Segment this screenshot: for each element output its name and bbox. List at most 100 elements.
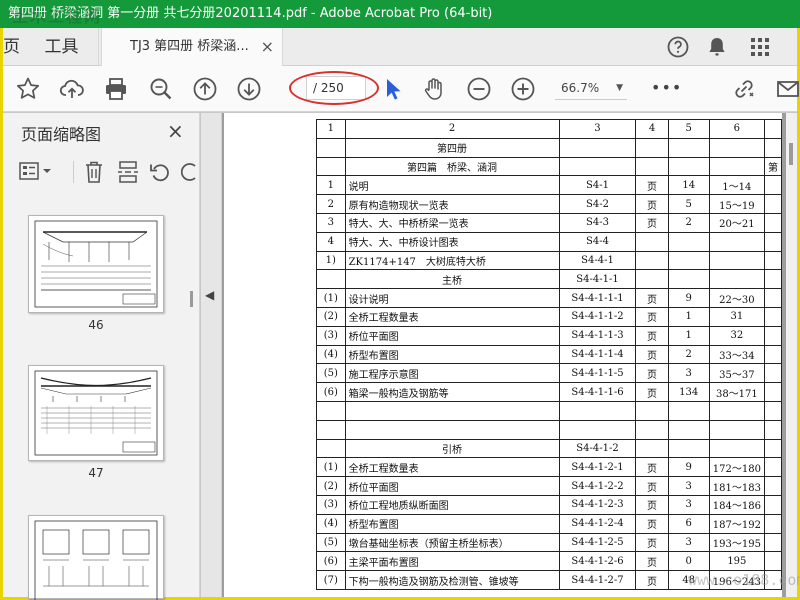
zoom-in-icon[interactable]: [510, 76, 536, 102]
table-cell-c3: S4-3: [558, 212, 637, 233]
table-cell-c2: 全桥工程数量表: [344, 457, 560, 478]
document-scroll-thumb[interactable]: [789, 143, 793, 165]
page-thumbnails-panel: 页面缩略图 × 46 47: [3, 113, 200, 600]
table-cell-c3: S4-4-1: [558, 250, 637, 271]
table-cell-c2: 桥位平面图: [344, 476, 560, 496]
table-cell-c6: 193～195: [708, 532, 765, 553]
table-cell-c3: S4-4-1-2-1: [558, 457, 637, 478]
table-cell-c7: [763, 137, 783, 158]
table-cell-c5: 9: [667, 288, 710, 308]
table-cell-c4: [635, 438, 669, 459]
panel-scrollbar[interactable]: [190, 291, 193, 307]
table-cell-c7: [763, 382, 783, 402]
table-cell-c3: S4-4: [558, 231, 637, 252]
zoom-out-icon[interactable]: [466, 76, 492, 102]
table-row: [316, 419, 783, 440]
table-cell-c4: [635, 231, 669, 252]
table-cell-c6: 184～186: [708, 494, 765, 515]
table-cell-c6: 181～183: [708, 476, 765, 496]
tab-close-icon[interactable]: ×: [261, 28, 274, 66]
more-tools-button[interactable]: •••: [651, 78, 682, 97]
table-cell-c1: (6): [316, 382, 346, 402]
table-cell-c1: (3): [316, 325, 346, 346]
table-cell-c2: 特大、大、中桥桥梁一览表: [344, 212, 560, 233]
table-cell-c4: 页: [635, 457, 669, 478]
table-cell-c1: (1): [316, 288, 346, 308]
table-row: (3) 桥位工程地质纵断面图 S4-4-1-2-3 页 3 184～186: [316, 494, 783, 515]
table-cell-c1: (2): [316, 476, 346, 496]
mail-icon[interactable]: [775, 76, 800, 102]
document-view[interactable]: 1 2 3 4 5 6 第四册 第四篇 桥梁、涵洞第 1 说明 S4-1 页 14 1～14 2…: [222, 113, 797, 597]
table-cell-c3: S4-4-1-1-3: [558, 325, 637, 346]
panel-collapse-strip[interactable]: ◀: [201, 113, 222, 597]
table-cell-c7: [763, 363, 783, 384]
table-cell-c5: [667, 419, 710, 440]
help-icon[interactable]: [666, 35, 690, 59]
hand-tool-icon[interactable]: [421, 76, 447, 102]
cloud-upload-icon[interactable]: [59, 76, 85, 102]
table-cell-c4: [635, 137, 669, 158]
rotate-clockwise-icon[interactable]: [181, 161, 199, 183]
bell-icon[interactable]: [705, 35, 729, 59]
table-row: (3) 桥位平面图 S4-4-1-1-3 页 1 32: [316, 325, 783, 346]
thumbnail-page-48[interactable]: [28, 515, 164, 600]
table-cell-c6: 32: [708, 325, 765, 346]
previous-page-icon[interactable]: [192, 76, 218, 102]
zoom-search-icon[interactable]: [148, 76, 174, 102]
table-cell-c7: [763, 231, 783, 252]
thumbnail-options-icon[interactable]: [19, 161, 53, 183]
table-row: (5) 施工程序示意图 S4-4-1-1-5 页 3 35～37: [316, 363, 783, 384]
print-icon[interactable]: [103, 76, 129, 102]
table-row: [316, 400, 783, 421]
table-cell-c2: 第四篇 桥梁、涵洞: [344, 156, 560, 177]
zoom-level-value: 66.7%: [561, 81, 600, 95]
trash-icon[interactable]: [83, 160, 105, 184]
bookmark-star-icon[interactable]: [15, 76, 41, 102]
panel-close-icon[interactable]: ×: [167, 119, 184, 143]
table-cell-c1: (3): [316, 494, 346, 515]
tab-tools[interactable]: 工具: [25, 28, 99, 66]
extract-pages-icon[interactable]: [117, 160, 139, 184]
table-cell-c3: S4-4-1-1-1: [558, 288, 637, 308]
table-cell-c5: [667, 250, 710, 271]
table-row: 4 特大、大、中桥设计图表 S4-4: [316, 231, 783, 252]
table-cell-c5: 6: [667, 513, 710, 534]
table-cell-c2: 箱梁一般构造及钢筋等: [344, 382, 560, 402]
table-cell-c6: [708, 400, 765, 421]
table-cell-c4: 页: [635, 382, 669, 402]
table-cell-c1: 4: [316, 231, 346, 252]
table-cell-c1: [316, 156, 346, 177]
rotate-counterclockwise-icon[interactable]: [149, 161, 171, 183]
header-cell: 2: [344, 119, 560, 139]
table-cell-c7: [763, 419, 783, 440]
table-row: (6) 主梁平面布置图 S4-4-1-2-6 页 0 195: [316, 551, 783, 572]
table-cell-c1: [316, 269, 346, 290]
header-cell: 5: [667, 119, 710, 139]
table-cell-c1: (4): [316, 513, 346, 534]
zoom-level-select[interactable]: 66.7% ▼: [555, 76, 627, 100]
next-page-icon[interactable]: [236, 76, 262, 102]
document-scrollbar[interactable]: [786, 113, 797, 597]
table-cell-c7: [763, 494, 783, 515]
table-cell-c4: 页: [635, 476, 669, 496]
table-cell-c5: 0: [667, 551, 710, 572]
select-pointer-icon[interactable]: [380, 76, 406, 102]
tab-home[interactable]: 页: [3, 28, 25, 66]
table-cell-c1: (6): [316, 551, 346, 572]
thumbnail-page-46[interactable]: [28, 215, 164, 313]
thumbnail-page-47[interactable]: [28, 365, 164, 461]
table-cell-c6: 172～180: [708, 457, 765, 478]
table-cell-c7: [763, 306, 783, 327]
table-cell-c7: [763, 288, 783, 308]
chevron-down-icon: ▼: [616, 83, 623, 93]
table-cell-c4: 页: [635, 288, 669, 308]
collapse-arrow-icon[interactable]: ◀: [205, 288, 214, 302]
table-cell-c5: 9: [667, 457, 710, 478]
share-link-icon[interactable]: [731, 76, 757, 102]
table-cell-c3: S4-1: [558, 175, 637, 196]
table-cell-c6: 35～37: [708, 363, 765, 384]
tab-document[interactable]: TJ3 第四册 桥梁涵... ×: [101, 28, 283, 67]
apps-grid-icon[interactable]: [748, 35, 772, 59]
table-cell-c6: 20～21: [708, 212, 765, 233]
table-row: 第四册: [316, 137, 783, 158]
